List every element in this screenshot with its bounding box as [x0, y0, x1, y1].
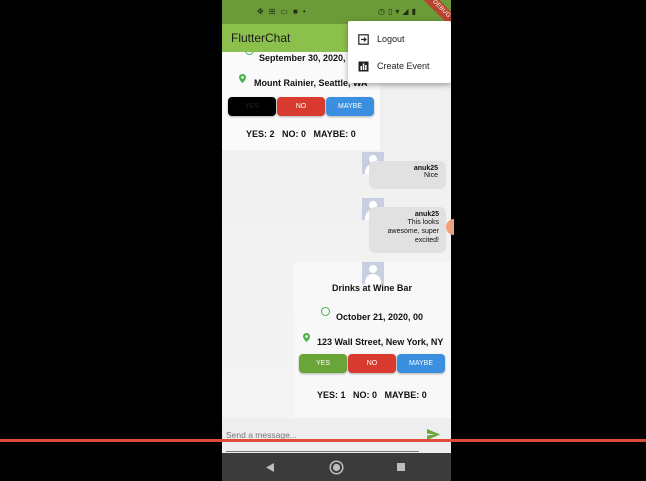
menu-item-label: Create Event	[377, 61, 430, 71]
rsvp-yes-button[interactable]: YES	[228, 97, 276, 116]
rsvp-no-button[interactable]: NO	[348, 354, 396, 373]
vibrate-icon: ▯	[387, 7, 393, 16]
menu-item-label: Logout	[377, 34, 405, 44]
notification-icon: ⊞	[268, 7, 276, 16]
message-author: anuk25	[414, 211, 439, 218]
message-text: This looks awesome, super excited!	[387, 219, 439, 244]
dot-icon: •	[302, 7, 306, 16]
rsvp-yes-button[interactable]: YES	[299, 354, 347, 373]
event-date: October 21, 2020, 00	[336, 312, 424, 322]
avatar	[362, 262, 384, 284]
app-title: FlutterChat	[231, 31, 291, 45]
recents-icon[interactable]	[397, 463, 405, 471]
message-feed[interactable]: September 30, 2020, 0 Mount Rainier, Sea…	[222, 52, 451, 418]
location-pin-icon	[303, 333, 310, 342]
overflow-menu: Logout Create Event	[348, 21, 451, 83]
rsvp-no-button[interactable]: NO	[277, 97, 325, 116]
menu-item-create-event[interactable]: Create Event	[358, 58, 430, 74]
event-date: September 30, 2020, 0	[259, 53, 354, 63]
rsvp-maybe-button[interactable]: MAYBE	[397, 354, 445, 373]
message-author: anuk25	[413, 165, 438, 172]
progress-line	[0, 439, 646, 442]
rsvp-counts: YES: 2 NO: 0 MAYBE: 0	[246, 129, 356, 139]
bar-chart-icon	[358, 61, 369, 71]
battery-icon: ▮	[411, 7, 416, 16]
wifi-icon: ▾	[395, 7, 400, 16]
status-notification-icons: ✥ ⊞ ▭ ■ •	[257, 8, 306, 16]
event-card: Drinks at Wine Bar October 21, 2020, 00 …	[294, 262, 451, 418]
android-nav-bar	[222, 453, 451, 481]
location-pin-icon	[239, 74, 246, 83]
message-text: Nice	[423, 172, 438, 179]
menu-item-logout[interactable]: Logout	[358, 31, 405, 47]
clock-icon	[245, 52, 254, 55]
signal-icon: ◢	[402, 7, 409, 16]
alarm-icon: ◷	[378, 7, 385, 16]
rsvp-counts: YES: 1 NO: 0 MAYBE: 0	[317, 390, 427, 400]
message-bubble: anuk25 Nice	[369, 161, 446, 189]
back-icon[interactable]	[266, 463, 274, 472]
settings-icon: ✥	[257, 7, 264, 16]
message-bubble: anuk25 This looks awesome, super excited…	[369, 207, 446, 253]
video-icon: ■	[292, 7, 298, 16]
status-system-icons: ◷ ▯ ▾ ◢ ▮	[378, 7, 416, 16]
home-icon[interactable]	[329, 460, 344, 475]
rsvp-maybe-button[interactable]: MAYBE	[326, 97, 374, 116]
event-location: 123 Wall Street, New York, NY	[317, 337, 444, 347]
event-title: Drinks at Wine Bar	[332, 283, 412, 293]
message-composer	[222, 418, 451, 453]
input-underline	[226, 451, 419, 452]
logout-icon	[358, 33, 369, 45]
phone-screen: ✥ ⊞ ▭ ■ • ◷ ▯ ▾ ◢ ▮ DEBUG FlutterChat Se…	[222, 0, 451, 481]
media-icon: ▭	[280, 7, 288, 16]
clock-icon	[321, 307, 330, 316]
